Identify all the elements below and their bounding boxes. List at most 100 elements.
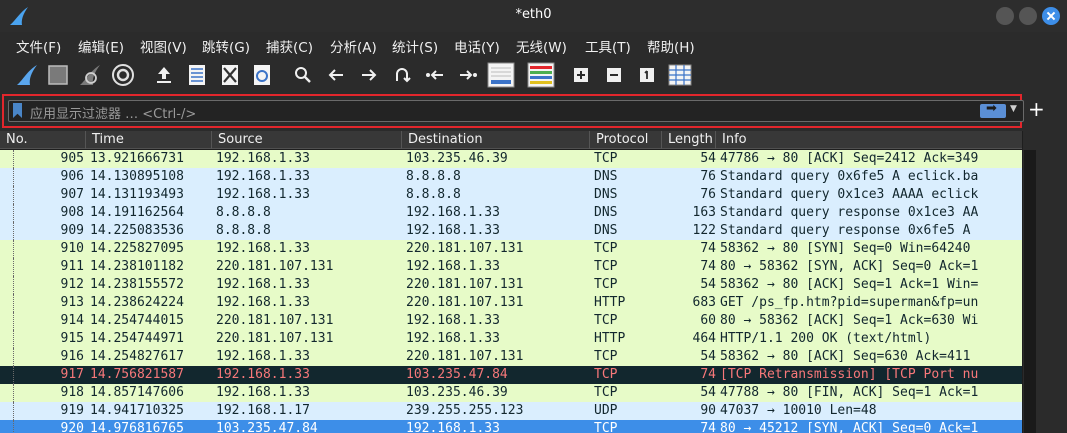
menu-file[interactable]: 文件(F) — [16, 36, 61, 56]
save-file-icon[interactable] — [184, 62, 210, 88]
open-file-icon[interactable] — [151, 62, 177, 88]
packet-source: 220.181.107.131 — [216, 331, 334, 346]
reload-file-icon[interactable] — [249, 62, 275, 88]
packet-source: 192.168.1.33 — [216, 169, 310, 184]
last-packet-icon[interactable] — [455, 62, 481, 88]
packet-info: 80 → 45212 [SYN, ACK] Seq=0 Ack=1 — [720, 421, 979, 433]
restart-capture-icon[interactable] — [77, 62, 103, 88]
menu-help[interactable]: 帮助(H) — [647, 36, 695, 56]
table-row[interactable]: 919 14.941710325 192.168.1.17 239.255.255.1… — [0, 402, 1022, 420]
go-back-icon[interactable] — [323, 62, 349, 88]
start-capture-icon[interactable] — [14, 62, 40, 88]
table-row[interactable]: 915 14.254744971 220.181.107.131 192.168.1.… — [0, 330, 1022, 348]
packet-length: 54 — [700, 349, 716, 364]
packet-protocol: TCP — [594, 349, 618, 364]
table-row[interactable]: 917 14.756821587 192.168.1.33 103.235.47.84… — [0, 366, 1022, 384]
menu-analyze[interactable]: 分析(A) — [330, 36, 377, 56]
menu-telephony[interactable]: 电话(Y) — [454, 36, 500, 56]
packet-protocol: DNS — [594, 223, 618, 238]
close-file-icon[interactable] — [217, 62, 243, 88]
packet-info: 80 → 58362 [ACK] Seq=1 Ack=630 Wi — [720, 313, 979, 328]
minimize-button[interactable] — [996, 7, 1014, 25]
packet-source: 192.168.1.33 — [216, 277, 310, 292]
column-header-no[interactable]: No. — [0, 131, 86, 149]
menu-go[interactable]: 跳转(G) — [202, 36, 250, 56]
table-row[interactable]: 916 14.254827617 192.168.1.33 220.181.107.1… — [0, 348, 1022, 366]
colorize-icon[interactable] — [526, 62, 556, 88]
packet-time: 14.225827095 — [90, 241, 184, 256]
packet-info: 47786 → 80 [ACK] Seq=2412 Ack=349 — [720, 151, 979, 166]
table-row[interactable]: 913 14.238624224 192.168.1.33 220.181.107.1… — [0, 294, 1022, 312]
packet-time: 14.857147606 — [90, 385, 184, 400]
table-row[interactable]: 908 14.191162564 8.8.8.8 192.168.1.33 DNS 163… — [0, 204, 1022, 222]
menu-statistics[interactable]: 统计(S) — [392, 36, 438, 56]
packet-info: 47788 → 80 [FIN, ACK] Seq=1 Ack=1 — [720, 385, 979, 400]
go-to-packet-icon[interactable] — [389, 62, 415, 88]
table-row[interactable]: 911 14.238101182 220.181.107.131 192.168.1.… — [0, 258, 1022, 276]
packet-info: 80 → 58362 [SYN, ACK] Seq=0 Ack=1 — [720, 259, 979, 274]
column-header-destination[interactable]: Destination — [402, 131, 590, 149]
packet-protocol: TCP — [594, 367, 618, 382]
table-row[interactable]: 918 14.857147606 192.168.1.33 103.235.46.39… — [0, 384, 1022, 402]
menu-wireless[interactable]: 无线(W) — [516, 36, 567, 56]
zoom-in-icon[interactable] — [568, 62, 594, 88]
column-header-info[interactable]: Info — [716, 131, 1022, 149]
resize-columns-icon[interactable] — [667, 62, 693, 88]
packet-number: 905 — [60, 151, 84, 166]
zoom-out-icon[interactable] — [601, 62, 627, 88]
packet-length: 90 — [700, 403, 716, 418]
packet-destination: 192.168.1.33 — [406, 223, 500, 238]
packet-minimap[interactable] — [1024, 150, 1036, 433]
auto-scroll-icon[interactable] — [486, 62, 516, 88]
table-row[interactable]: 906 14.130895108 192.168.1.33 8.8.8.8 DNS 76 S… — [0, 168, 1022, 186]
apply-filter-arrow-icon[interactable] — [980, 101, 1006, 118]
packet-number: 916 — [60, 349, 84, 364]
packet-source: 192.168.1.17 — [216, 403, 310, 418]
menu-capture[interactable]: 捕获(C) — [266, 36, 313, 56]
table-row[interactable]: 905 13.921666731 192.168.1.33 103.235.46.39… — [0, 150, 1022, 168]
column-header-length[interactable]: Length — [662, 131, 716, 149]
column-header-protocol[interactable]: Protocol — [590, 131, 662, 149]
table-row[interactable]: 910 14.225827095 192.168.1.33 220.181.107.1… — [0, 240, 1022, 258]
table-row[interactable]: 912 14.238155572 192.168.1.33 220.181.107.1… — [0, 276, 1022, 294]
packet-length: 683 — [692, 295, 716, 310]
packet-length: 74 — [700, 367, 716, 382]
go-forward-icon[interactable] — [356, 62, 382, 88]
packet-length: 163 — [692, 205, 716, 220]
packet-number: 912 — [60, 277, 84, 292]
add-filter-button[interactable]: + — [1028, 98, 1045, 120]
chevron-down-icon[interactable]: ▼ — [1010, 104, 1017, 114]
menu-edit[interactable]: 编辑(E) — [78, 36, 124, 56]
packet-protocol: HTTP — [594, 331, 626, 346]
packet-protocol: TCP — [594, 259, 618, 274]
packet-info: [TCP Retransmission] [TCP Port nu — [720, 367, 979, 382]
packet-number: 909 — [60, 223, 84, 238]
normal-size-icon[interactable] — [634, 62, 660, 88]
capture-options-icon[interactable] — [110, 62, 136, 88]
packet-destination: 192.168.1.33 — [406, 313, 500, 328]
maximize-button[interactable] — [1019, 7, 1037, 25]
table-row[interactable]: 909 14.225083536 8.8.8.8 192.168.1.33 DNS 122… — [0, 222, 1022, 240]
packet-source: 192.168.1.33 — [216, 187, 310, 202]
column-header-source[interactable]: Source — [212, 131, 402, 149]
table-row[interactable]: 920 14.976816765 103.235.47.84 192.168.1.33… — [0, 420, 1022, 433]
first-packet-icon[interactable] — [422, 62, 448, 88]
close-button[interactable] — [1042, 7, 1060, 25]
stop-capture-icon[interactable] — [45, 62, 71, 88]
column-header-time[interactable]: Time — [86, 131, 212, 149]
display-filter-placeholder: 应用显示过滤器 … <Ctrl-/> — [30, 107, 197, 122]
packet-destination: 8.8.8.8 — [406, 169, 461, 184]
packet-destination: 192.168.1.33 — [406, 331, 500, 346]
menu-tools[interactable]: 工具(T) — [585, 36, 631, 56]
title-bar: *eth0 — [0, 0, 1067, 32]
packet-length: 464 — [692, 331, 716, 346]
table-row[interactable]: 907 14.131193493 192.168.1.33 8.8.8.8 DNS 76 S… — [0, 186, 1022, 204]
packet-source: 8.8.8.8 — [216, 205, 271, 220]
packet-number: 914 — [60, 313, 84, 328]
packet-number: 910 — [60, 241, 84, 256]
table-row[interactable]: 914 14.254744015 220.181.107.131 192.168.1.… — [0, 312, 1022, 330]
find-packet-icon[interactable] — [290, 62, 316, 88]
packet-protocol: TCP — [594, 421, 618, 433]
menu-view[interactable]: 视图(V) — [140, 36, 187, 56]
packet-destination: 220.181.107.131 — [406, 241, 524, 256]
